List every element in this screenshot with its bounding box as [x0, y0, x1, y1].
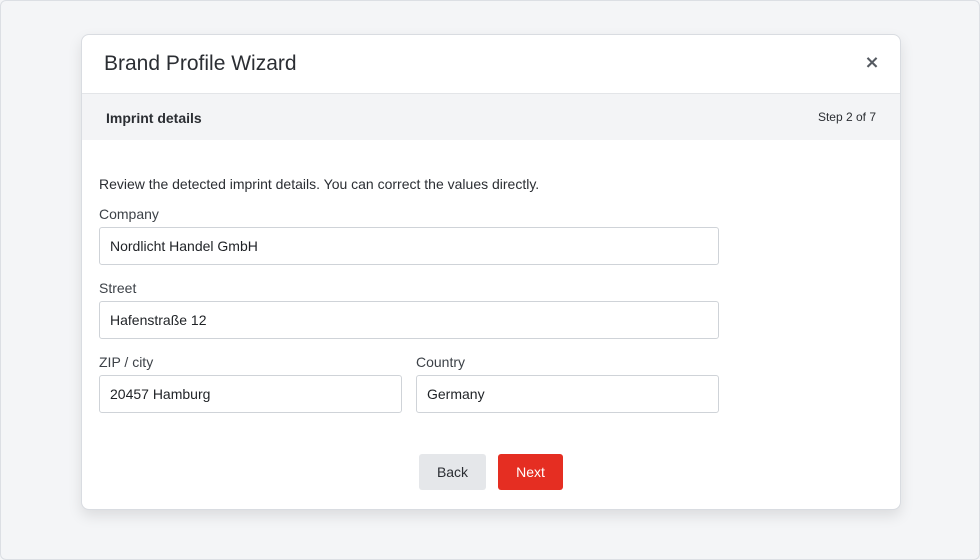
close-button[interactable]: ×	[860, 51, 884, 75]
street-input[interactable]	[99, 301, 719, 339]
back-button[interactable]: Back	[419, 454, 486, 490]
country-input[interactable]	[416, 375, 719, 413]
company-label: Company	[99, 206, 159, 222]
wizard-dialog: Brand Profile Wizard × Imprint details S…	[81, 34, 901, 510]
street-label: Street	[99, 280, 137, 296]
zip-city-label: ZIP / city	[99, 354, 154, 370]
step-counter: Step 2 of 7	[817, 110, 876, 124]
step-header: Imprint details Step 2 of 7	[82, 94, 900, 140]
dialog-header: Brand Profile Wizard ×	[82, 35, 900, 94]
country-label: Country	[416, 354, 466, 370]
dialog-title: Brand Profile Wizard	[104, 52, 297, 75]
company-input[interactable]	[99, 227, 719, 265]
form-intro: Review the detected imprint details. You…	[99, 176, 540, 192]
close-icon: ×	[864, 52, 880, 73]
zip-city-input[interactable]	[99, 375, 402, 413]
step-title: Imprint details	[106, 110, 202, 126]
next-button[interactable]: Next	[498, 454, 563, 490]
